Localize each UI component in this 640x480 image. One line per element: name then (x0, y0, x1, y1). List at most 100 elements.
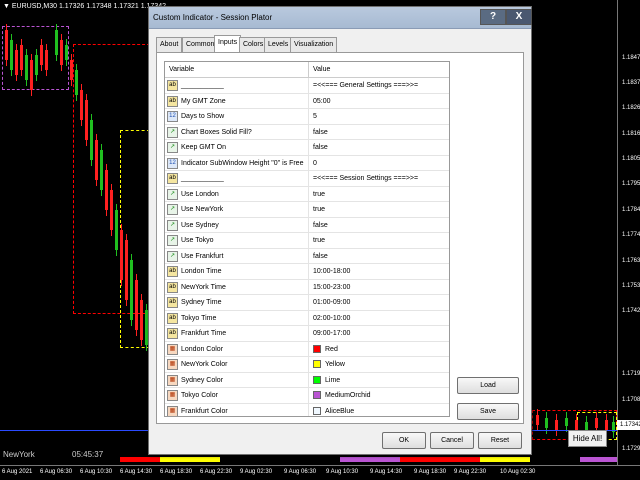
column-separator (308, 202, 309, 218)
time-tick: 9 Aug 22:30 (454, 469, 487, 475)
variable-value[interactable]: true (313, 237, 325, 244)
candle-body (30, 60, 33, 90)
input-row[interactable]: ▦ NewYork Color Yellow (165, 357, 449, 373)
variable-value[interactable]: 02:00-10:00 (313, 315, 350, 322)
input-row[interactable]: ab Tokyo Time 02:00-10:00 (165, 310, 449, 327)
variable-value[interactable]: 0 (313, 160, 317, 167)
price-tick: 1.17845 (622, 207, 640, 213)
save-button[interactable]: Save (457, 403, 519, 420)
header-separator (308, 62, 309, 78)
variable-value[interactable]: 05:00 (313, 98, 331, 105)
reset-button[interactable]: Reset (478, 432, 522, 449)
variable-value[interactable]: Yellow (325, 361, 345, 368)
input-row[interactable]: 12 Indicator SubWindow Height "0" is Free… (165, 155, 449, 172)
variable-value[interactable]: MediumOrchid (325, 392, 371, 399)
candle-body (35, 55, 38, 75)
string-type-icon: ab (167, 95, 178, 107)
input-row[interactable]: ▦ Tokyo Color MediumOrchid (165, 388, 449, 404)
price-tick: 1.17295 (622, 446, 640, 452)
input-row[interactable]: ↗ Use Sydney false (165, 217, 449, 234)
cancel-button[interactable]: Cancel (430, 432, 474, 449)
indicator-dialog: Custom Indicator - Session Plator ? X Ab… (148, 6, 532, 455)
color-swatch (313, 344, 321, 353)
variable-name: Sydney Color (181, 376, 224, 384)
header-value: Value (313, 66, 331, 73)
time-tick: 9 Aug 18:30 (414, 469, 447, 475)
input-row[interactable]: ab ___________ =<<=== General Settings ===… (165, 78, 449, 94)
tab-about[interactable]: About (156, 37, 183, 52)
dialog-title: Custom Indicator - Session Plator (153, 13, 273, 22)
variable-value[interactable]: =<<=== General Settings ===>>= (313, 82, 418, 89)
variable-value[interactable]: 15:00-23:00 (313, 284, 350, 291)
input-row[interactable]: ↗ Chart Boxes Solid Fill? false (165, 124, 449, 141)
tab-levels[interactable]: Levels (264, 37, 293, 52)
ok-button[interactable]: OK (382, 432, 426, 449)
variable-value[interactable]: true (313, 191, 325, 198)
variable-name: Use Sydney (181, 221, 219, 229)
input-row[interactable]: ab ___________ =<<=== Session Settings ===… (165, 171, 449, 187)
candle-body (60, 40, 63, 65)
session-countdown: 05:45:37 (72, 450, 104, 459)
candle-body (75, 70, 78, 95)
candle-body (135, 280, 138, 330)
input-row[interactable]: ↗ Use Frankfurt false (165, 248, 449, 265)
variable-name: ___________ (181, 175, 224, 182)
column-separator (308, 140, 309, 156)
input-row[interactable]: ↗ Keep GMT On false (165, 140, 449, 156)
tab-inputs[interactable]: Inputs (214, 35, 242, 52)
variable-name: Tokyo Time (181, 314, 217, 322)
input-row[interactable]: ↗ Use NewYork true (165, 202, 449, 218)
column-separator (308, 326, 309, 342)
time-tick: 6 Aug 2021 (2, 469, 33, 475)
candle-body (15, 50, 18, 75)
input-row[interactable]: 12 Days to Show 5 (165, 109, 449, 125)
string-type-icon: ab (167, 266, 178, 277)
input-row[interactable]: ab Sydney Time 01:00-09:00 (165, 295, 449, 311)
variable-value[interactable]: true (313, 206, 325, 213)
color-swatch (313, 375, 321, 384)
column-separator (308, 186, 309, 203)
variable-value[interactable]: Red (325, 346, 338, 353)
input-row[interactable]: ▦ London Color Red (165, 341, 449, 358)
tab-visualization[interactable]: Visualization (290, 37, 338, 52)
tab-colors[interactable]: Colors (239, 37, 268, 52)
string-type-icon: ab (167, 281, 178, 293)
dialog-titlebar[interactable]: Custom Indicator - Session Plator ? X (149, 7, 532, 29)
candle-body (100, 150, 103, 190)
price-tick: 1.17950 (622, 181, 640, 187)
candle-body (565, 418, 568, 426)
hide-all-button[interactable]: Hide All! (568, 430, 607, 447)
input-row[interactable]: ab NewYork Time 15:00-23:00 (165, 279, 449, 296)
variable-name: London Color (181, 345, 224, 353)
variable-name: ___________ (181, 82, 224, 89)
inputs-panel: Variable Value ab ___________ =<<=== Gener… (156, 52, 524, 424)
input-row[interactable]: ↗ Use London true (165, 186, 449, 203)
string-type-icon: ab (167, 80, 178, 91)
variable-value[interactable]: AliceBlue (325, 408, 354, 415)
input-row[interactable]: ▦ Sydney Color Lime (165, 372, 449, 389)
variable-value[interactable]: Lime (325, 377, 340, 384)
input-row[interactable]: ab London Time 10:00-18:00 (165, 264, 449, 280)
variable-value[interactable]: 09:00-17:00 (313, 330, 350, 337)
load-button[interactable]: Load (457, 377, 519, 394)
variable-name: Use Frankfurt (181, 252, 224, 260)
variable-value[interactable]: false (313, 222, 328, 229)
input-row[interactable]: ab Frankfurt Time 09:00-17:00 (165, 326, 449, 342)
variable-value[interactable]: false (313, 129, 328, 136)
input-row[interactable]: ab My GMT Zone 05:00 (165, 93, 449, 110)
variable-value[interactable]: 5 (313, 113, 317, 120)
help-button[interactable]: ? (480, 9, 506, 25)
candle-body (45, 50, 48, 70)
close-button[interactable]: X (506, 9, 532, 25)
variable-name: Indicator SubWindow Height "0" is Free (181, 159, 304, 167)
variable-value[interactable]: false (313, 253, 328, 260)
variable-value[interactable]: 01:00-09:00 (313, 299, 350, 306)
input-row[interactable]: ↗ Use Tokyo true (165, 233, 449, 249)
input-row[interactable]: ▦ Frankfurt Color AliceBlue (165, 403, 449, 416)
tab-common[interactable]: Common (182, 37, 219, 52)
variable-value[interactable]: 10:00-18:00 (313, 268, 350, 275)
variable-value[interactable]: =<<=== Session Settings ===>>= (313, 175, 418, 182)
variable-name: Tokyo Color (181, 392, 218, 399)
string-type-icon: ab (167, 297, 178, 308)
variable-value[interactable]: false (313, 144, 328, 151)
